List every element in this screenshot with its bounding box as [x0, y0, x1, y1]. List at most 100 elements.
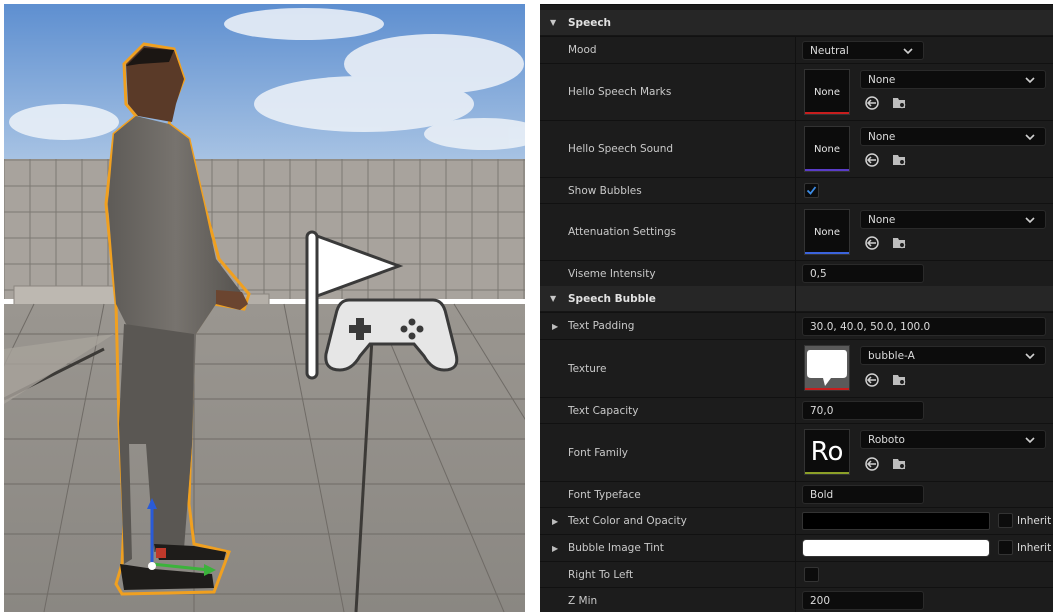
inherit-checkbox[interactable] — [998, 540, 1013, 555]
thumbnail-label: None — [813, 143, 841, 155]
chevron-down-icon — [1025, 76, 1035, 83]
browse-asset-icon[interactable] — [891, 372, 907, 388]
row-attenuation-settings: Attenuation Settings None None — [540, 203, 1053, 260]
right-to-left-checkbox[interactable] — [804, 567, 819, 582]
inherit-label: Inherit — [1017, 514, 1052, 527]
thumbnail-label: None — [813, 86, 841, 98]
row-mood: Mood Neutral — [540, 36, 1053, 63]
chevron-down-icon — [1025, 352, 1035, 359]
row-show-bubbles: Show Bubbles — [540, 177, 1053, 203]
inherit-label: Inherit — [1017, 541, 1052, 554]
text-color-swatch[interactable] — [802, 512, 990, 530]
row-hello-speech-marks: Hello Speech Marks None None — [540, 63, 1053, 120]
property-label: Font Family — [568, 446, 628, 459]
texture-thumbnail[interactable] — [804, 345, 850, 391]
section-title: Speech Bubble — [568, 292, 656, 305]
row-text-padding: ▶ Text Padding 30.0, 40.0, 50.0, 100.0 — [540, 312, 1053, 339]
row-z-min: Z Min 200 — [540, 587, 1053, 612]
asset-picker[interactable]: None — [860, 70, 1046, 89]
inherit-checkbox[interactable] — [998, 513, 1013, 528]
asset-thumbnail[interactable]: None — [804, 69, 850, 115]
thumbnail-label: None — [813, 226, 841, 238]
checkmark-icon — [806, 186, 817, 195]
mood-dropdown[interactable]: Neutral — [802, 41, 924, 60]
property-label: Z Min — [568, 594, 598, 607]
browse-asset-icon[interactable] — [891, 152, 907, 168]
show-bubbles-checkbox[interactable] — [804, 183, 819, 198]
field-value: 200 — [810, 594, 831, 607]
use-selected-icon[interactable] — [864, 95, 880, 111]
asset-type-bar — [805, 112, 849, 114]
property-label: Hello Speech Sound — [568, 143, 674, 155]
asset-type-bar — [805, 169, 849, 171]
asset-type-bar — [805, 252, 849, 254]
property-label: Texture — [568, 362, 607, 375]
back-wall — [4, 159, 525, 299]
row-right-to-left: Right To Left — [540, 561, 1053, 587]
property-label: Mood — [568, 44, 597, 56]
row-bubble-image-tint: ▶ Bubble Image Tint Inherit — [540, 534, 1053, 561]
property-label: Show Bubbles — [568, 184, 642, 197]
browse-asset-icon[interactable] — [891, 95, 907, 111]
field-value: 30.0, 40.0, 50.0, 100.0 — [810, 320, 931, 333]
speech-bubble-icon — [805, 346, 849, 390]
use-selected-icon[interactable] — [864, 152, 880, 168]
row-text-capacity: Text Capacity 70,0 — [540, 397, 1053, 423]
section-speech[interactable]: ▼ Speech — [540, 10, 1053, 35]
expand-arrow-icon[interactable]: ▶ — [552, 313, 558, 339]
use-selected-icon[interactable] — [864, 235, 880, 251]
section-speech-bubble[interactable]: ▼ Speech Bubble — [540, 286, 1053, 311]
viseme-intensity-field[interactable]: 0,5 — [802, 264, 924, 283]
row-font-typeface: Font Typeface Bold — [540, 481, 1053, 507]
column-divider[interactable] — [795, 36, 796, 612]
asset-name: None — [868, 130, 896, 143]
property-label: Viseme Intensity — [568, 267, 656, 280]
row-hello-speech-sound: Hello Speech Sound None None — [540, 120, 1053, 177]
asset-picker[interactable]: bubble-A — [860, 346, 1046, 365]
asset-name: bubble-A — [868, 349, 915, 362]
asset-picker[interactable]: None — [860, 127, 1046, 146]
field-value: 0,5 — [810, 267, 827, 280]
property-label: Text Color and Opacity — [568, 515, 687, 527]
collapse-arrow-icon[interactable]: ▼ — [550, 18, 560, 27]
row-font-family: Font Family Ro Roboto — [540, 423, 1053, 481]
z-min-field[interactable]: 200 — [802, 591, 924, 610]
expand-arrow-icon[interactable]: ▶ — [552, 508, 558, 534]
asset-name: Roboto — [868, 433, 905, 446]
browse-asset-icon[interactable] — [891, 456, 907, 472]
property-label: Attenuation Settings — [568, 226, 676, 238]
asset-type-bar — [805, 388, 849, 390]
inherit-toggle[interactable]: Inherit — [998, 540, 1051, 555]
chevron-down-icon — [903, 47, 913, 54]
font-thumbnail[interactable]: Ro — [804, 429, 850, 475]
inherit-toggle[interactable]: Inherit — [998, 513, 1051, 528]
property-label: Right To Left — [568, 568, 634, 581]
text-padding-field[interactable]: 30.0, 40.0, 50.0, 100.0 — [802, 317, 1046, 336]
use-selected-icon[interactable] — [864, 372, 880, 388]
chevron-down-icon — [1025, 216, 1035, 223]
property-label: Text Padding — [568, 320, 635, 332]
browse-asset-icon[interactable] — [891, 235, 907, 251]
property-label: Bubble Image Tint — [568, 542, 664, 554]
asset-picker[interactable]: Roboto — [860, 430, 1046, 449]
asset-thumbnail[interactable]: None — [804, 126, 850, 172]
asset-name: None — [868, 213, 896, 226]
asset-thumbnail[interactable]: None — [804, 209, 850, 255]
level-viewport[interactable] — [4, 4, 525, 612]
use-selected-icon[interactable] — [864, 456, 880, 472]
field-value: Bold — [810, 488, 834, 501]
property-label: Text Capacity — [568, 404, 639, 417]
property-label: Font Typeface — [568, 488, 641, 501]
row-viseme-intensity: Viseme Intensity 0,5 — [540, 260, 1053, 286]
property-label: Hello Speech Marks — [568, 86, 672, 98]
asset-picker[interactable]: None — [860, 210, 1046, 229]
details-panel: ▼ Speech Mood Neutral Hello Speech Marks… — [540, 4, 1053, 612]
expand-arrow-icon[interactable]: ▶ — [552, 535, 558, 561]
asset-name: None — [868, 73, 896, 86]
chevron-down-icon — [1025, 133, 1035, 140]
tint-color-swatch[interactable] — [802, 539, 990, 557]
dropdown-value: Neutral — [810, 44, 849, 57]
text-capacity-field[interactable]: 70,0 — [802, 401, 924, 420]
font-typeface-field[interactable]: Bold — [802, 485, 924, 504]
collapse-arrow-icon[interactable]: ▼ — [550, 294, 560, 303]
